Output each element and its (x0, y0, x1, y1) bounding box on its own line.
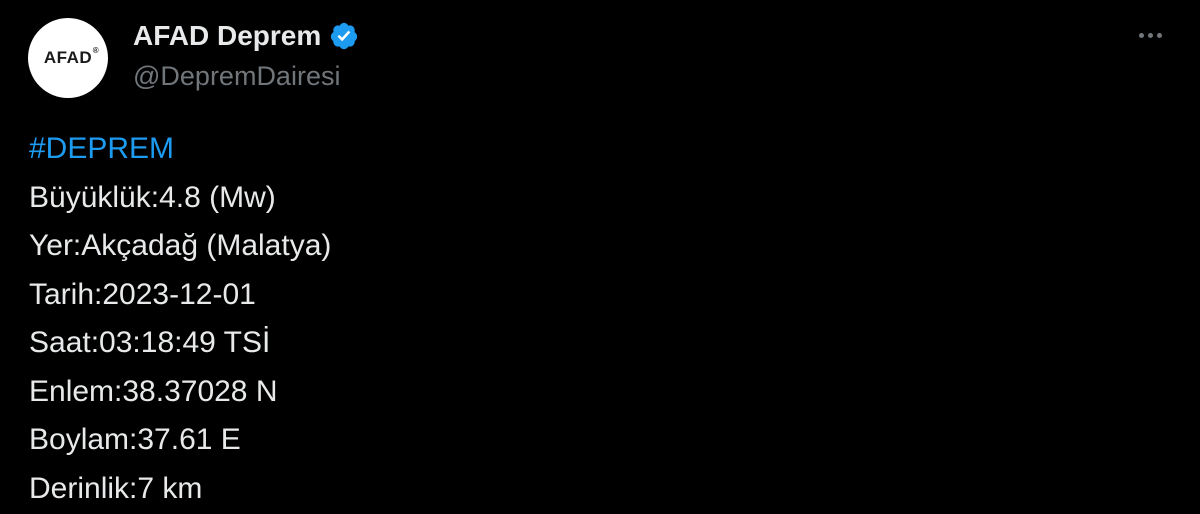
more-dot-icon (1138, 32, 1144, 38)
hashtag-link[interactable]: #DEPREM (29, 125, 331, 174)
tweet-text: #DEPREM Büyüklük:4.8 (Mw) Yer:Akçadağ (M… (29, 125, 331, 513)
display-name[interactable]: AFAD Deprem (133, 16, 321, 56)
more-dot-icon (1147, 32, 1153, 38)
avatar-logo-text: AFAD ® (43, 46, 100, 67)
user-handle[interactable]: @DepremDairesi (133, 58, 340, 94)
tweet-line-latitude: Enlem:38.37028 N (29, 374, 278, 408)
more-dot-icon (1156, 32, 1162, 38)
avatar[interactable]: AFAD ® (28, 18, 108, 98)
registered-mark: ® (92, 46, 100, 55)
tweet-line-longitude: Boylam:37.61 E (29, 423, 241, 456)
verified-badge-icon[interactable] (329, 20, 361, 52)
tweet-line-depth: Derinlik:7 km (29, 471, 203, 505)
tweet-line-location: Yer:Akçadağ (Malatya) (29, 229, 332, 262)
tweet: AFAD ® AFAD Deprem @DepremDairesi #DEPREM… (0, 0, 1200, 514)
tweet-line-date: Tarih:2023-12-01 (29, 277, 256, 311)
tweet-line-magnitude: Büyüklük:4.8 (Mw) (29, 180, 276, 214)
tweet-line-time: Saat:03:18:49 TSİ (29, 326, 271, 359)
more-options-button[interactable] (1130, 20, 1170, 50)
author-name-row: AFAD Deprem (133, 16, 361, 56)
